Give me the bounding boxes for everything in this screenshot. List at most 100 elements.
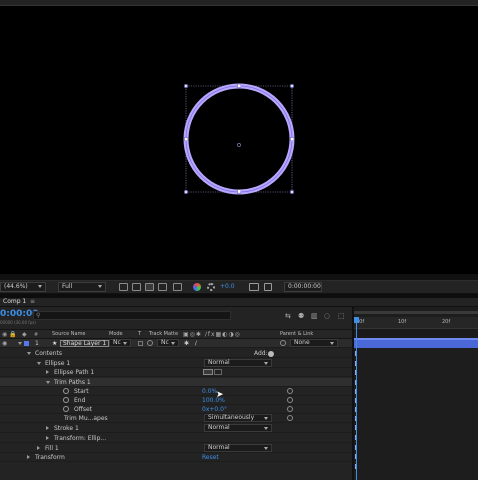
color-channels-icon[interactable]	[193, 283, 201, 291]
zoom-dropdown[interactable]: (44.6%)	[0, 282, 46, 292]
composition-flowchart-icon[interactable]: ⇆	[285, 312, 291, 320]
tab-comp1[interactable]: Comp 1	[3, 298, 26, 306]
search-input[interactable]: ⚲	[33, 311, 231, 320]
keyframe-marker	[355, 464, 356, 469]
region-of-interest-icon[interactable]	[119, 283, 128, 291]
offset-stopwatch-icon[interactable]	[63, 406, 69, 412]
transparency-grid-icon[interactable]	[132, 283, 141, 291]
offset-label: Offset	[74, 406, 93, 413]
mask-visibility-icon[interactable]	[145, 283, 154, 291]
ellipse-group-row[interactable]: Ellipse 1 Normal	[0, 359, 352, 368]
keyframe-marker	[355, 370, 356, 375]
exposure-value[interactable]: +0.0	[220, 282, 235, 292]
start-value[interactable]: 0.0%	[202, 387, 217, 396]
trim-start-row[interactable]: Start 0.0%	[0, 387, 352, 396]
time-graph[interactable]: 00f 10f 20f	[354, 307, 478, 480]
motion-blur-icon[interactable]: ◌	[324, 312, 330, 320]
col-parent-link[interactable]: Parent & Link	[280, 330, 313, 339]
col-track-matte[interactable]: Track Matte	[149, 330, 178, 339]
av-features-icon[interactable]: ◉	[2, 331, 7, 338]
ellipse-path-twirl-icon[interactable]	[46, 370, 49, 374]
ellipse-path-row[interactable]: Ellipse Path 1	[0, 368, 352, 377]
preserve-transparency-checkbox[interactable]	[138, 341, 143, 346]
start-label: Start	[74, 388, 89, 395]
timeline-tabbar: Comp 1 ≡	[0, 298, 478, 307]
track-matte-dropdown[interactable]: Nc	[157, 339, 179, 347]
parent-pickwhip-icon[interactable]	[280, 340, 286, 346]
view-options-icon[interactable]	[173, 283, 182, 291]
ruler-tick-1: 10f	[398, 319, 407, 325]
stroke-twirl-icon[interactable]	[46, 426, 49, 430]
end-expression-pickwhip-icon[interactable]	[287, 397, 293, 403]
ellipse-shape[interactable]	[183, 83, 295, 195]
fill-twirl-icon[interactable]	[37, 446, 40, 450]
composition-viewer[interactable]	[0, 6, 478, 274]
fill-row[interactable]: Fill 1 Normal	[0, 444, 352, 453]
trim-multiple-pickwhip-icon[interactable]	[287, 415, 293, 421]
col-source-name[interactable]: Source Name	[52, 330, 86, 339]
contents-row[interactable]: Contents Add:	[0, 349, 352, 358]
layer-row-1[interactable]: ◉ 1 ★ Shape Layer 1 Nc Nc ✱ ∕ None	[0, 339, 352, 348]
offset-expression-pickwhip-icon[interactable]	[287, 406, 293, 412]
contents-twirl-icon[interactable]	[27, 352, 31, 355]
layer-switches[interactable]: ✱ ∕	[184, 340, 199, 347]
layer-twirl-icon[interactable]	[18, 342, 22, 345]
settings-gear-icon[interactable]	[207, 283, 215, 291]
trim-paths-twirl-icon[interactable]	[46, 381, 50, 384]
keyframe-marker	[355, 425, 356, 430]
show-snapshot-icon[interactable]	[264, 283, 272, 291]
path-reverse-icon[interactable]	[214, 369, 222, 375]
parent-dropdown[interactable]: None	[290, 339, 338, 347]
add-arrow-icon[interactable]	[268, 351, 274, 357]
offset-value[interactable]: 0x+0.0°	[202, 405, 227, 414]
time-ruler[interactable]: 00f 10f 20f	[354, 317, 478, 329]
anchor-point[interactable]	[237, 143, 241, 147]
transform-ellipse-row[interactable]: Transform: Ellip...	[0, 434, 352, 443]
stroke-row[interactable]: Stroke 1 Normal	[0, 424, 352, 433]
col-number: #	[34, 332, 39, 338]
timecode-field[interactable]: 0:00:00:00	[284, 282, 322, 292]
column-header: ◉ 🔒 ◆ # Source Name Mode T Track Matte ▣…	[0, 329, 352, 339]
matte-pickwhip-icon[interactable]	[147, 340, 153, 346]
transform-twirl-icon[interactable]	[27, 455, 30, 459]
col-t[interactable]: T	[138, 330, 141, 339]
end-stopwatch-icon[interactable]	[63, 397, 69, 403]
keyframe-marker	[355, 398, 356, 403]
add-menu[interactable]: Add:	[254, 349, 268, 358]
transform-ellipse-twirl-icon[interactable]	[46, 436, 49, 440]
layer-mode-dropdown[interactable]: Nc	[109, 339, 131, 347]
shape-canvas[interactable]	[0, 6, 478, 274]
trim-multiple-dropdown[interactable]: Simultaneously	[204, 414, 272, 422]
col-mode[interactable]: Mode	[109, 330, 123, 339]
track-matte-value: Nc	[161, 339, 169, 346]
transform-reset-link[interactable]: Reset	[202, 453, 219, 462]
layer-name[interactable]: Shape Layer 1	[60, 340, 110, 347]
work-area-bar[interactable]	[354, 311, 478, 314]
visibility-eye-icon[interactable]: ◉	[2, 340, 7, 347]
graph-editor-icon[interactable]: ⬚	[338, 312, 345, 320]
start-stopwatch-icon[interactable]	[63, 388, 69, 394]
trim-paths-row[interactable]: Trim Paths 1	[0, 378, 352, 387]
trim-paths-label: Trim Paths 1	[54, 379, 91, 386]
stroke-blend-mode-dropdown[interactable]: Normal	[204, 424, 272, 432]
start-expression-pickwhip-icon[interactable]	[287, 388, 293, 394]
snapshot-camera-icon[interactable]	[249, 283, 259, 291]
transform-row[interactable]: Transform Reset	[0, 453, 352, 462]
lock-icon[interactable]: 🔒	[9, 331, 16, 338]
shy-layers-icon[interactable]: ⚉	[298, 312, 304, 320]
layer-duration-bar[interactable]	[354, 338, 478, 348]
trim-multiple-row[interactable]: Trim Mu...apes Simultaneously	[0, 414, 352, 423]
guides-icon[interactable]	[158, 283, 167, 291]
layer-label-color[interactable]	[24, 341, 29, 346]
label-icon[interactable]: ◆	[22, 331, 27, 338]
panel-menu-icon[interactable]: ≡	[30, 298, 35, 306]
frame-blending-icon[interactable]: ▥	[311, 312, 318, 320]
resolution-dropdown[interactable]: Full	[58, 282, 106, 292]
ellipse-blend-mode-dropdown[interactable]: Normal	[204, 359, 272, 367]
path-direction-icon[interactable]	[203, 369, 213, 375]
trim-end-row[interactable]: End 100.0% ➤	[0, 390, 352, 405]
ellipse-twirl-icon[interactable]	[37, 362, 41, 365]
trim-multiple-label: Trim Mu...apes	[64, 415, 108, 422]
fill-blend-mode-dropdown[interactable]: Normal	[204, 444, 272, 452]
trim-offset-row[interactable]: Offset 0x+0.0°	[0, 405, 352, 414]
